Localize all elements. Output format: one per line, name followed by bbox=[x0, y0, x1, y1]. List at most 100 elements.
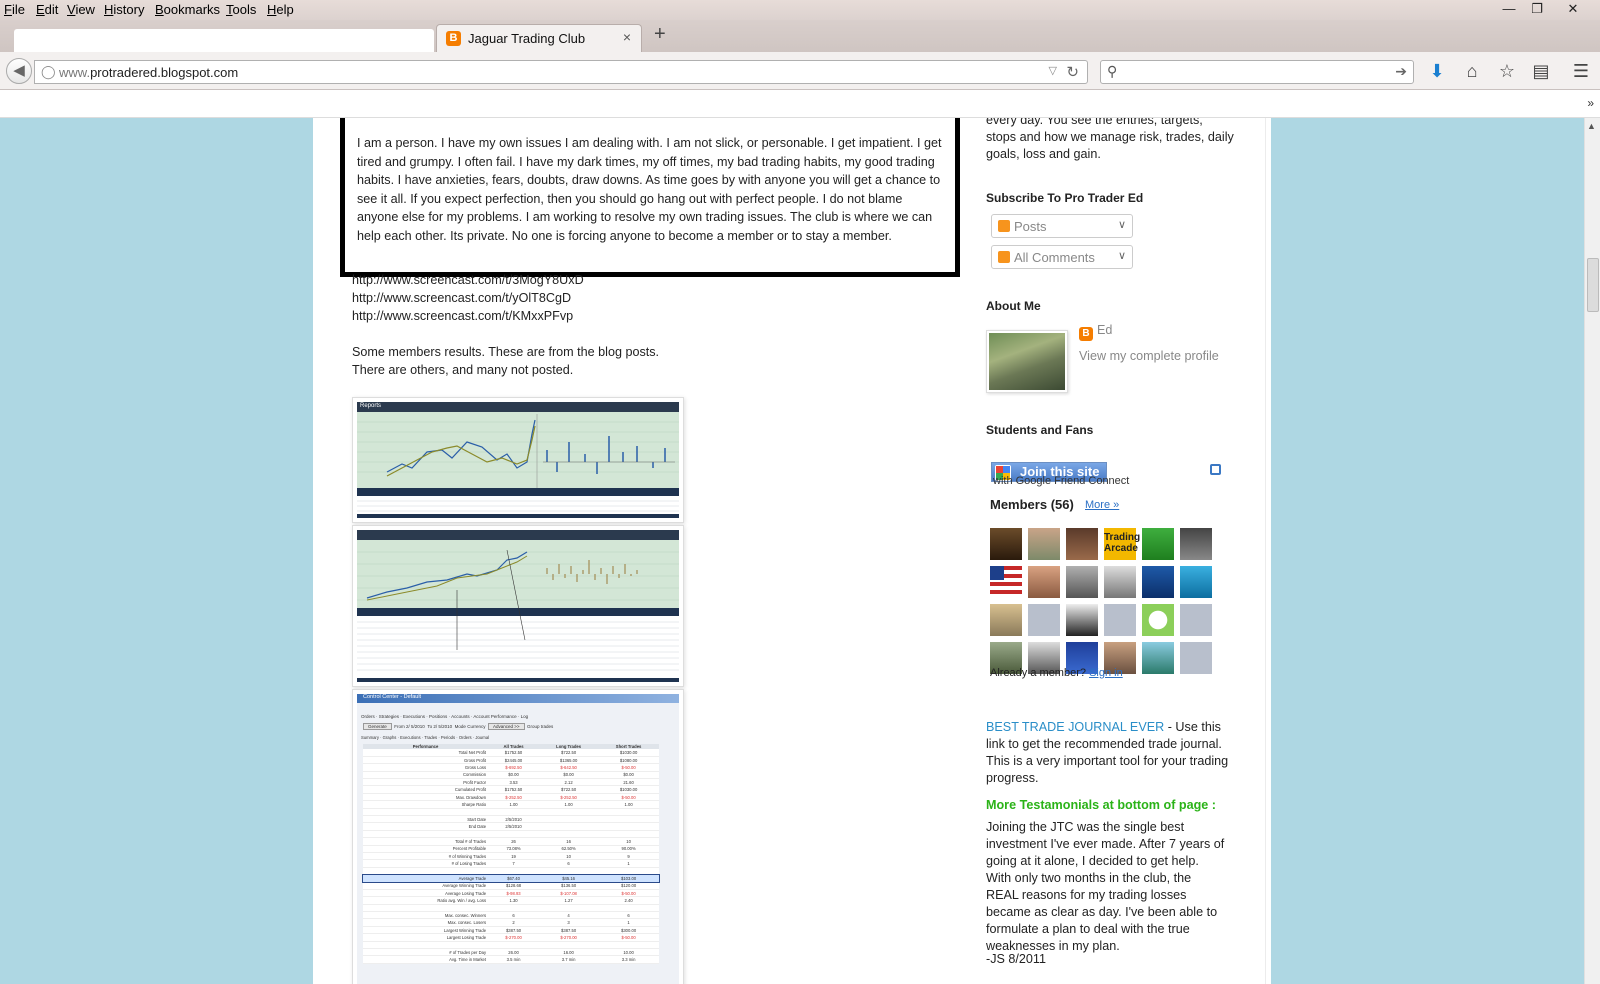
home-icon[interactable]: ⌂ bbox=[1461, 61, 1483, 82]
performance-table-cell: $-692.50 bbox=[488, 763, 540, 772]
performance-table-cell: Average Losing Trade bbox=[363, 889, 489, 898]
browser-window: File Edit View History Bookmarks Tools H… bbox=[0, 0, 1600, 984]
popout-icon[interactable] bbox=[1210, 464, 1221, 475]
tab-jaguar-trading-club[interactable]: B Jaguar Trading Club × bbox=[436, 24, 642, 52]
results-screenshot-2[interactable] bbox=[352, 525, 684, 687]
member-avatar-default[interactable] bbox=[1028, 604, 1060, 636]
performance-table-cell: $387.50 bbox=[488, 926, 540, 935]
scrollbar-thumb[interactable] bbox=[1587, 258, 1599, 312]
search-go-arrow-icon[interactable]: ➔ bbox=[1395, 63, 1407, 80]
performance-table-cell: Total # of Trades bbox=[363, 837, 489, 846]
screencast-link-3[interactable]: http://www.screencast.com/t/KMxxPFvp bbox=[352, 307, 573, 326]
performance-table-cell: $-252.50 bbox=[539, 793, 599, 802]
member-avatar[interactable] bbox=[990, 528, 1022, 560]
member-avatar[interactable] bbox=[1142, 528, 1174, 560]
member-avatar[interactable] bbox=[1180, 566, 1212, 598]
performance-table-cell: $2445.00 bbox=[488, 756, 540, 765]
member-avatar[interactable] bbox=[1066, 604, 1098, 636]
panel-tabs: Orders · Strategies · Executions · Posit… bbox=[361, 714, 529, 719]
results-screenshot-1[interactable]: Reports bbox=[352, 397, 684, 523]
sign-in-link[interactable]: Sign in bbox=[1089, 667, 1123, 679]
chevron-right-icon[interactable]: » bbox=[1587, 96, 1594, 110]
member-avatar[interactable] bbox=[1142, 604, 1174, 636]
member-avatar[interactable] bbox=[1180, 528, 1212, 560]
performance-table-cell: Avg. Time in Market bbox=[363, 955, 489, 964]
search-bar[interactable]: ⚲ ➔ bbox=[1100, 60, 1414, 84]
performance-table-cell: 19 bbox=[488, 852, 540, 861]
member-avatar-flag[interactable] bbox=[990, 566, 1022, 598]
menu-history[interactable]: History bbox=[104, 2, 144, 17]
navigation-bar: ◀ ◯ www.protradered.blogspot.com ▽ ↻ ⚲ ➔… bbox=[0, 52, 1600, 90]
screencast-link-2[interactable]: http://www.screencast.com/t/yOlT8CgD bbox=[352, 289, 571, 308]
new-tab-button[interactable]: + bbox=[654, 23, 666, 46]
member-avatar-trading-arcade[interactable]: Trading Arcade bbox=[1104, 528, 1140, 560]
url-dropdown-icon[interactable]: ▽ bbox=[1049, 64, 1057, 77]
performance-table-cell: $45.16 bbox=[539, 874, 599, 883]
url-text[interactable]: www.protradered.blogspot.com bbox=[59, 65, 238, 80]
performance-table-cell: 10.00 bbox=[598, 948, 659, 957]
vertical-scrollbar[interactable]: ▲ bbox=[1584, 118, 1600, 984]
member-avatar[interactable] bbox=[1142, 566, 1174, 598]
performance-table-row: Largest Winning Trade $387.50 $387.50 $300.… bbox=[363, 926, 659, 935]
performance-table-cell bbox=[598, 830, 659, 839]
results-screenshot-3[interactable]: Control Center - Default Orders · Strate… bbox=[352, 689, 684, 984]
performance-table-cell: Largest Winning Trade bbox=[363, 926, 489, 935]
restore-button[interactable]: ❐ bbox=[1524, 0, 1550, 18]
summary-tabs: Summary · Graphs · Executions · Trades ·… bbox=[361, 735, 490, 740]
profile-photo[interactable] bbox=[986, 330, 1068, 393]
performance-table-cell: $1030.00 bbox=[598, 785, 659, 794]
menu-tools[interactable]: Tools bbox=[226, 2, 256, 17]
scroll-up-arrow-icon[interactable]: ▲ bbox=[1587, 121, 1596, 131]
member-avatar[interactable] bbox=[1104, 566, 1136, 598]
performance-table-row: # of Winning Trades 19 10 9 bbox=[363, 852, 659, 861]
rss-feed-icon bbox=[998, 220, 1010, 232]
member-avatar-default[interactable] bbox=[1104, 604, 1136, 636]
reload-icon[interactable]: ↻ bbox=[1066, 63, 1079, 81]
performance-table-cell: Profit Factor bbox=[363, 778, 489, 787]
bookmark-star-icon[interactable]: ☆ bbox=[1496, 61, 1518, 82]
performance-table-cell: 3 bbox=[539, 918, 599, 927]
performance-table-cell: $722.50 bbox=[539, 749, 599, 757]
member-avatar[interactable] bbox=[1028, 528, 1060, 560]
url-bar[interactable]: ◯ www.protradered.blogspot.com ▽ ↻ bbox=[34, 60, 1088, 84]
back-arrow-icon[interactable]: ◀ bbox=[6, 58, 32, 84]
member-avatar[interactable] bbox=[1028, 566, 1060, 598]
menu-hamburger-icon[interactable]: ☰ bbox=[1570, 61, 1592, 82]
performance-table-cell: Max. consec. Winners bbox=[363, 911, 489, 920]
equity-curve-graphic bbox=[357, 412, 679, 518]
gfc-subtext: with Google Friend Connect bbox=[993, 475, 1130, 487]
performance-table-cell bbox=[363, 904, 489, 913]
performance-table-cell: $0.00 bbox=[539, 771, 599, 780]
performance-table-cell: 26 bbox=[488, 837, 540, 846]
member-avatar[interactable] bbox=[1066, 566, 1098, 598]
testimonial-text: Joining the JTC was the single best inve… bbox=[986, 820, 1225, 953]
tab-blank[interactable] bbox=[14, 29, 434, 52]
close-window-button[interactable]: ✕ bbox=[1560, 0, 1586, 18]
performance-table-cell bbox=[539, 808, 599, 817]
bookmarks-list-icon[interactable]: ▤ bbox=[1530, 61, 1552, 82]
subscribe-comments-dropdown[interactable]: All Comments ∨ bbox=[991, 245, 1133, 269]
member-avatar[interactable] bbox=[1142, 642, 1174, 674]
view-profile-link[interactable]: View my complete profile bbox=[1079, 349, 1219, 363]
member-avatar-default[interactable] bbox=[1180, 642, 1212, 674]
menu-view[interactable]: View bbox=[67, 2, 95, 17]
trade-journal-link[interactable]: BEST TRADE JOURNAL EVER bbox=[986, 720, 1164, 734]
member-avatar[interactable] bbox=[990, 604, 1022, 636]
tab-close-icon[interactable]: × bbox=[623, 29, 631, 45]
performance-table-row: Cumulated Profit $1752.50 $722.50 $1030.00 bbox=[363, 785, 659, 794]
menu-bookmarks[interactable]: Bookmarks bbox=[155, 2, 220, 17]
subscribe-posts-dropdown[interactable]: Posts ∨ bbox=[991, 214, 1133, 238]
screencast-link-1[interactable]: http://www.screencast.com/t/3MogY8UxD bbox=[352, 271, 584, 290]
profile-name-link[interactable]: B Ed bbox=[1079, 323, 1112, 341]
globe-icon: ◯ bbox=[41, 64, 56, 79]
menu-file[interactable]: File bbox=[4, 2, 25, 17]
member-avatar[interactable] bbox=[1066, 528, 1098, 560]
more-members-link[interactable]: More » bbox=[1085, 499, 1119, 511]
minimize-button[interactable]: — bbox=[1496, 0, 1522, 18]
member-avatar-default[interactable] bbox=[1180, 604, 1212, 636]
performance-table-cell: 16.00 bbox=[539, 948, 599, 957]
menu-help[interactable]: Help bbox=[267, 2, 294, 17]
performance-table-cell: Average Winning Trade bbox=[363, 882, 489, 890]
menu-edit[interactable]: Edit bbox=[36, 2, 58, 17]
download-icon[interactable]: ⬇ bbox=[1426, 61, 1448, 82]
